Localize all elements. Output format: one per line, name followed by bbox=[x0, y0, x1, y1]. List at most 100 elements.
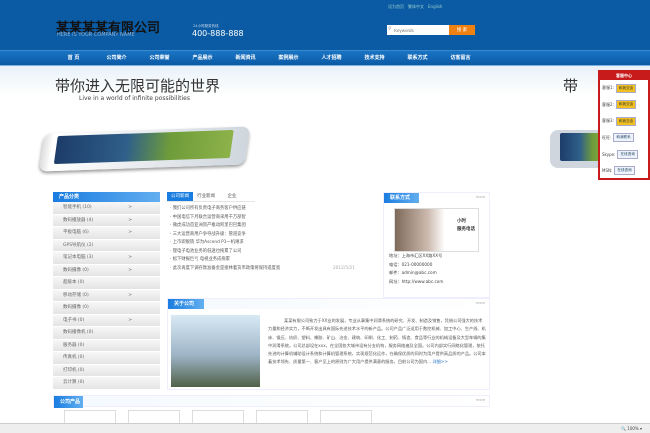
sidebar-item-label: 打印机 (0) bbox=[63, 367, 85, 373]
tab-company-news[interactable]: 公司新闻 bbox=[167, 192, 193, 201]
news-title: · 松下财报巨亏 电视业务成拖累 bbox=[170, 257, 230, 262]
qq-chat-button[interactable]: 和我交谈 bbox=[615, 83, 637, 93]
nav-guestbook[interactable]: 访客留言 bbox=[439, 51, 482, 65]
tab-enterprise[interactable]: 企业 bbox=[219, 192, 245, 201]
kefu-label: 客服1: bbox=[602, 85, 614, 91]
contact-panel: 联系方式 more 小时服务电话 地址：上海市汇区XX路XX号 电话：021-0… bbox=[383, 192, 490, 298]
sidebar-item-label: 笔记本电脑 (3) bbox=[63, 255, 94, 260]
sidebar-item-label: 数码播像机 (0) bbox=[63, 330, 94, 335]
qq-chat-button[interactable]: 和我交谈 bbox=[615, 100, 637, 110]
kefu-row: 客服3: 和我交谈 bbox=[600, 113, 648, 130]
contact-phone: 电话：021-00000000 bbox=[389, 261, 433, 267]
kefu-label: 客服3: bbox=[602, 118, 614, 124]
kefu-row: Skype: 在线咨询 bbox=[600, 146, 648, 163]
nav-contact[interactable]: 联系方式 bbox=[396, 51, 439, 65]
nav-home[interactable]: 首 页 bbox=[52, 51, 95, 65]
sidebar-item[interactable]: 电子书 (0) > bbox=[53, 314, 160, 327]
contact-address: 地址：上海市汇区XX路XX号 bbox=[389, 253, 443, 258]
contact-more-link[interactable]: more bbox=[476, 195, 485, 199]
sidebar-item[interactable]: 打印机 (0) bbox=[53, 364, 160, 377]
contact-email: 邮件：admin@abc.com bbox=[389, 270, 437, 275]
customer-service-float: 客服中心 客服1: 和我交谈 客服2: 和我交谈 客服3: 和我交谈 旺旺: 和我联系 Skyp… bbox=[598, 70, 650, 180]
english-link[interactable]: English bbox=[428, 4, 442, 10]
about-panel: 关于公司 more 某某有限公司致力于XX业的发展，专业从事集中润滑系统的研究、… bbox=[167, 298, 490, 390]
sidebar-item[interactable]: 传真机 (0) bbox=[53, 352, 160, 365]
search-input[interactable] bbox=[387, 25, 449, 35]
badge-line1: 小时 bbox=[457, 219, 466, 224]
search-button[interactable]: 搜 索 bbox=[449, 25, 475, 35]
kefu-row: 客服1: 和我交谈 bbox=[600, 80, 648, 97]
news-title: · 三大运营商用户争夺战升级：管道竞争 bbox=[170, 231, 246, 237]
set-homepage-link[interactable]: 设为首页 bbox=[388, 4, 404, 10]
products-title: 公司产品 bbox=[54, 396, 83, 408]
sidebar-item[interactable]: 平板电脑 (6) > bbox=[53, 227, 160, 240]
msn-chat-button[interactable]: 在线咨询 bbox=[614, 166, 635, 176]
sidebar-item[interactable]: 超级本 (0) bbox=[53, 277, 160, 290]
chevron-right-icon: > bbox=[128, 292, 132, 298]
kefu-row: 旺旺: 和我联系 bbox=[600, 130, 648, 147]
sidebar-item-label: GPS导航仪 (2) bbox=[63, 242, 94, 248]
kefu-label: Skype: bbox=[602, 151, 616, 157]
kefu-title: 客服中心 bbox=[600, 72, 648, 80]
sidebar-item[interactable]: 数码摄像 (0) bbox=[53, 302, 160, 315]
sidebar-item[interactable]: 笔记本电脑 (3) > bbox=[53, 252, 160, 265]
sidebar-item-label: 传真机 (0) bbox=[63, 355, 85, 360]
kefu-label: 旺旺: bbox=[602, 134, 612, 140]
sidebar-item[interactable]: GPS导航仪 (2) bbox=[53, 239, 160, 252]
badge-line2: 服务电话 bbox=[457, 227, 475, 232]
contact-title: 联系方式 bbox=[384, 193, 419, 203]
sidebar-item[interactable]: 云计算 (0) bbox=[53, 377, 160, 390]
chevron-right-icon: > bbox=[128, 255, 132, 260]
kefu-label: MSN: bbox=[602, 168, 613, 174]
nav-support[interactable]: 技术支持 bbox=[353, 51, 396, 65]
zoom-level[interactable]: 100% bbox=[627, 426, 638, 431]
products-more-link[interactable]: more bbox=[476, 398, 485, 402]
sidebar-item-label: 平板电脑 (6) bbox=[63, 230, 89, 235]
tab-industry-news[interactable]: 行业新闻 bbox=[193, 192, 219, 201]
nav-products[interactable]: 产品展示 bbox=[181, 51, 224, 65]
search-bar: ⚲ 搜 索 bbox=[387, 25, 475, 35]
kefu-label: 客服2: bbox=[602, 101, 614, 107]
sk-chat-button[interactable]: 在线咨询 bbox=[617, 149, 638, 159]
traditional-chinese-link[interactable]: 繁体中文 bbox=[408, 4, 424, 10]
nav-honors[interactable]: 公司荣誉 bbox=[138, 51, 181, 65]
service-image: 小时 服务电话 bbox=[394, 208, 479, 252]
news-title: · 上市即脱销 华为Ascend P1一机难求 bbox=[170, 240, 244, 245]
sidebar-item[interactable]: 数码摄像 (0) > bbox=[53, 264, 160, 277]
sidebar-item[interactable]: 数码播放器 (4) > bbox=[53, 214, 160, 227]
nav-about[interactable]: 公司简介 bbox=[95, 51, 138, 65]
banner-title-repeat: 带 bbox=[563, 77, 579, 95]
qq-chat-button[interactable]: 和我交谈 bbox=[615, 116, 637, 126]
nav-cases[interactable]: 案例展示 bbox=[267, 51, 310, 65]
ww-chat-button[interactable]: 和我联系 bbox=[613, 133, 634, 143]
sidebar-item-label: 超级本 (0) bbox=[63, 280, 85, 285]
news-title: · 此次再度下调存款准备金是接林着货币政策将保持适度宽 bbox=[170, 265, 281, 271]
sidebar-item-label: 智能手机 (10) bbox=[63, 205, 92, 210]
sidebar-item-label: 数码摄像 (0) bbox=[63, 267, 89, 273]
about-detail-link[interactable]: 详细>> bbox=[432, 359, 447, 364]
search-icon: ⚲ bbox=[388, 26, 392, 32]
banner[interactable]: 带你进入无限可能的世界 Live in a world of infinite … bbox=[0, 66, 650, 172]
chevron-right-icon: > bbox=[128, 205, 132, 210]
sidebar-item-label: 数码摄像 (0) bbox=[63, 305, 89, 310]
news-title: · 我们公司所有负责电子商务客户供应链 bbox=[170, 206, 246, 211]
nav-jobs[interactable]: 人才招聘 bbox=[310, 51, 353, 65]
products-panel: 公司产品 more bbox=[53, 395, 490, 408]
header: 设为首页 繁体中文 English 某某某某有限公司 HERE IS YOUR … bbox=[0, 0, 650, 50]
chevron-right-icon: > bbox=[128, 267, 132, 273]
sidebar-item[interactable]: 移动存储 (0) > bbox=[53, 289, 160, 302]
about-more-link[interactable]: more bbox=[476, 301, 485, 305]
sidebar-item-label: 移动存储 (0) bbox=[63, 292, 89, 298]
about-title: 关于公司 bbox=[168, 299, 204, 309]
nav-news[interactable]: 新闻资讯 bbox=[224, 51, 267, 65]
sidebar-item[interactable]: 服务器 (0) bbox=[53, 339, 160, 352]
sidebar-item[interactable]: 数码播像机 (0) bbox=[53, 327, 160, 340]
sidebar-item-label: 云计算 (0) bbox=[63, 380, 85, 385]
sidebar-item[interactable]: 智能手机 (10) > bbox=[53, 202, 160, 215]
blank-overlay bbox=[255, 170, 383, 260]
banner-subtitle: Live in a world of infinite possibilitie… bbox=[79, 95, 190, 102]
news-item[interactable]: · 此次再度下调存款准备金是接林着货币政策将保持适度宽 2012/5/21 bbox=[167, 265, 355, 274]
contact-web: 网址：http://www.abc.com bbox=[389, 278, 444, 284]
about-text: 某某有限公司致力于XX业的发展，专业从事集中润滑系统的研究、开发、制造及销售，凭… bbox=[268, 317, 486, 367]
top-links: 设为首页 繁体中文 English bbox=[388, 4, 442, 10]
